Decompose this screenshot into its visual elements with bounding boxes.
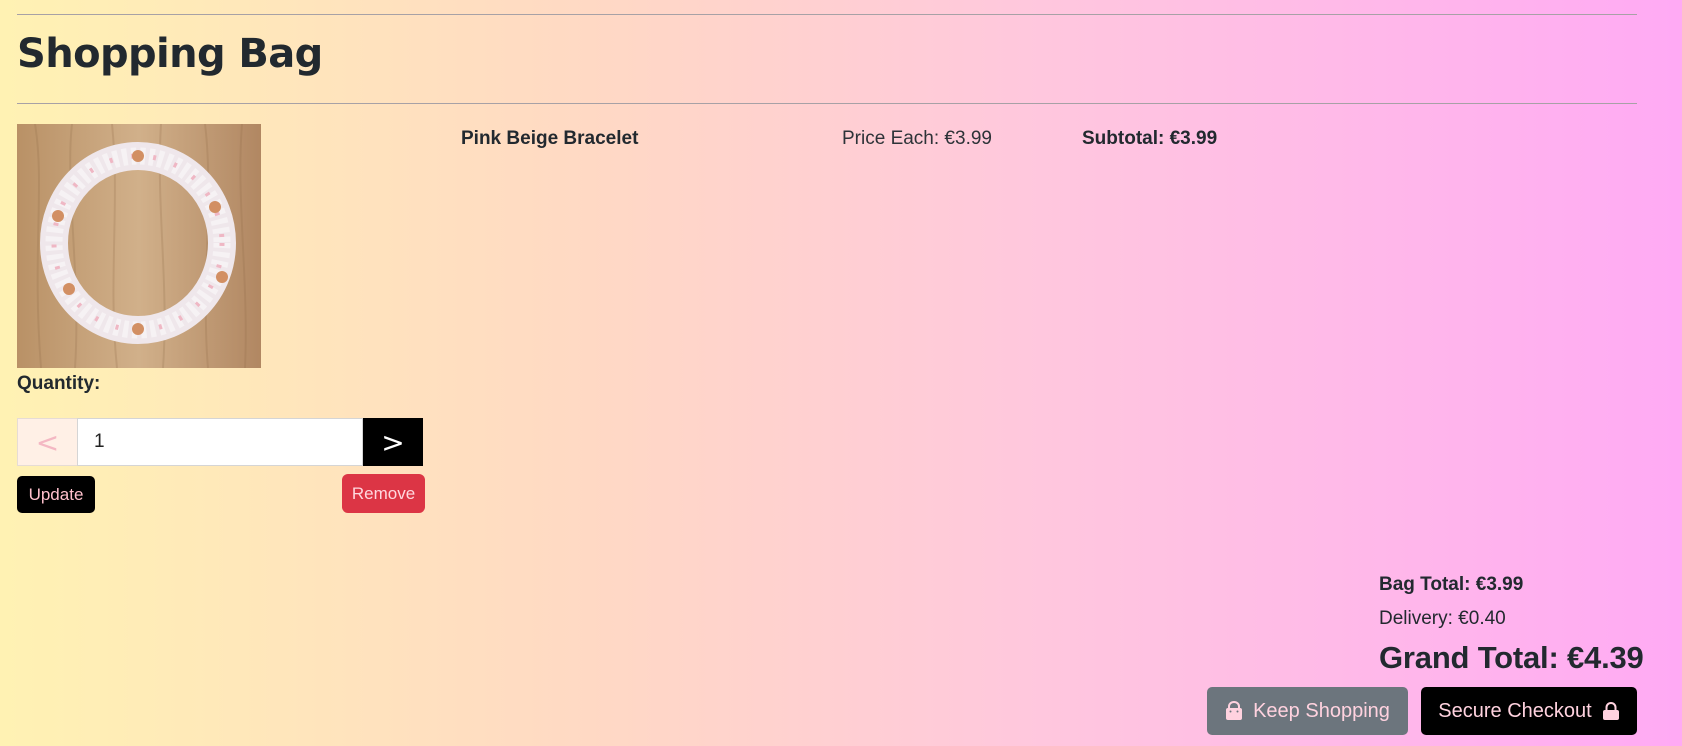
secure-checkout-button[interactable]: Secure Checkout — [1421, 687, 1637, 735]
quantity-input[interactable] — [77, 418, 363, 466]
grand-total: Grand Total: €4.39 — [1379, 640, 1644, 675]
quantity-stepper: < > — [17, 418, 423, 466]
quantity-label: Quantity: — [17, 373, 101, 394]
secure-checkout-label: Secure Checkout — [1438, 699, 1592, 722]
keep-shopping-label: Keep Shopping — [1253, 699, 1390, 722]
title-divider — [17, 103, 1637, 104]
decrease-quantity-button[interactable]: < — [17, 418, 77, 466]
price-each: Price Each: €3.99 — [842, 128, 992, 149]
shopping-bag-icon — [1225, 701, 1243, 721]
subtotal: Subtotal: €3.99 — [1082, 128, 1218, 149]
product-image — [17, 124, 261, 368]
remove-button[interactable]: Remove — [342, 474, 425, 513]
update-button[interactable]: Update — [17, 476, 95, 513]
product-name: Pink Beige Bracelet — [461, 128, 639, 149]
bag-total: Bag Total: €3.99 — [1379, 574, 1524, 595]
top-divider — [17, 14, 1637, 15]
lock-icon — [1602, 701, 1620, 721]
increase-quantity-button[interactable]: > — [363, 418, 423, 466]
page-title: Shopping Bag — [17, 31, 323, 77]
delivery-cost: Delivery: €0.40 — [1379, 608, 1506, 629]
keep-shopping-button[interactable]: Keep Shopping — [1207, 687, 1408, 735]
